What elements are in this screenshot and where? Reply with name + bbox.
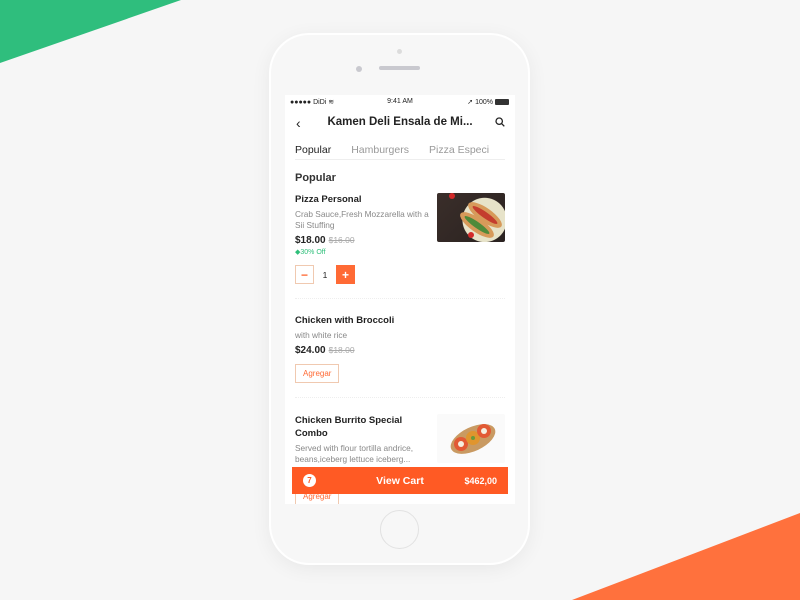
battery-status: ➚ 100% xyxy=(467,98,509,106)
nav-bar: ‹ Kamen Deli Ensala de Mi... xyxy=(285,113,515,133)
tab-pizza-especial[interactable]: Pizza Especi xyxy=(429,144,489,159)
category-tabs: Popular Hamburgers Pizza Especi xyxy=(295,140,505,160)
earpiece-speaker xyxy=(379,66,420,70)
home-button[interactable] xyxy=(380,510,419,549)
location-icon: ➚ xyxy=(467,99,474,106)
add-button[interactable]: Agregar xyxy=(295,364,340,383)
app-screen: ●●●●● DiDi ︎≋ 9:41 AM ➚ 100% ‹ Kamen Deli… xyxy=(285,95,515,504)
quantity-value: 1 xyxy=(322,269,328,280)
divider xyxy=(295,397,505,398)
item-price: $24.00 xyxy=(295,345,326,356)
item-old-price: $18.00 xyxy=(328,345,355,355)
item-price: $18.00 xyxy=(295,235,326,246)
item-name: Chicken with Broccoli xyxy=(295,315,395,326)
tab-hamburgers[interactable]: Hamburgers xyxy=(351,144,409,159)
menu-item[interactable]: Chicken with Broccoli with white rice $2… xyxy=(295,314,505,383)
view-cart-button[interactable]: 7 View Cart $462,00 xyxy=(292,467,508,494)
pizza-personal-image xyxy=(437,193,505,242)
tab-popular[interactable]: Popular xyxy=(295,144,331,159)
discount-badge: ◆30% Off xyxy=(295,249,326,256)
burrito-combo-image xyxy=(437,414,505,463)
status-bar: ●●●●● DiDi ︎≋ 9:41 AM ➚ 100% xyxy=(285,95,515,109)
item-old-price: $16.00 xyxy=(328,235,355,245)
increase-button[interactable]: + xyxy=(336,265,355,284)
chevron-left-icon[interactable]: ‹ xyxy=(296,115,301,131)
green-corner-shape xyxy=(0,0,181,63)
item-description: Crab Sauce,Fresh Mozzarella with a Sii S… xyxy=(295,209,429,230)
section-title: Popular xyxy=(295,172,336,184)
page-title: Kamen Deli Ensala de Mi... xyxy=(327,116,473,128)
decrease-button[interactable]: − xyxy=(295,265,314,284)
item-name: Chicken Burrito Special Combo xyxy=(295,415,403,439)
item-description: Served with flour tortilla andrice, bean… xyxy=(295,443,414,464)
battery-icon xyxy=(495,99,509,105)
proximity-sensor xyxy=(356,66,362,72)
divider xyxy=(295,298,505,299)
cart-total: $462,00 xyxy=(464,476,497,486)
search-icon[interactable] xyxy=(495,117,505,127)
item-description: with white rice xyxy=(295,330,348,340)
front-camera xyxy=(397,49,402,54)
quantity-stepper: − 1 + xyxy=(295,265,505,284)
orange-corner-shape xyxy=(572,513,800,600)
